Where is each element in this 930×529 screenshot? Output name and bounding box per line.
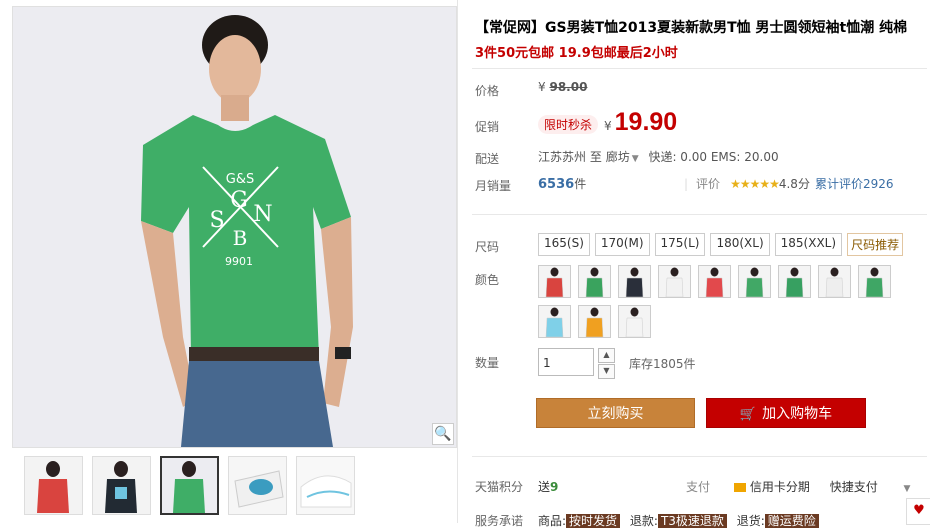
size-label: 尺码 [475,240,500,254]
quantity-label: 数量 [475,356,500,370]
chevron-down-icon: ▼ [631,154,639,164]
monthly-sales: 6536件 [538,177,587,192]
size-recommend-button[interactable]: 尺码推荐 [847,233,904,256]
size-option[interactable]: 170(M) [594,233,650,256]
svg-text:G: G [230,188,248,213]
add-to-cart-button[interactable]: 🛒 加入购物车 [706,398,866,428]
product-title: 【常促网】GS男装T恤2013夏装新款男T恤 男士圆领短袖t恤潮 纯棉 [475,20,908,36]
star-rating-icon: ★★★★★ [730,177,780,191]
quantity-decrease-icon[interactable]: ▼ [598,364,615,379]
total-reviews-link[interactable]: 累计评价2926 [815,177,894,191]
color-swatch[interactable] [778,265,811,298]
shipping-info: 江苏苏州 至 廊坊 ▼ 快递: 0.00 EMS: 20.00 [538,150,779,164]
color-swatch[interactable] [578,305,611,338]
size-option[interactable]: 165(S) [538,233,590,256]
service-label: 服务承诺 [475,514,524,528]
buy-now-button[interactable]: 立刻购买 [536,398,695,428]
favorite-heart-icon[interactable]: ♥ [906,498,930,525]
size-options: 165(S) 170(M) 175(L) 180(XL) 185(XXL) 尺码… [538,233,904,256]
size-option[interactable]: 175(L) [654,233,706,256]
divider [457,0,458,523]
color-swatch[interactable] [858,265,891,298]
promo-badge: 限时秒杀 [538,115,599,134]
color-swatch[interactable] [698,265,731,298]
thumbnail-strip [24,456,355,515]
color-swatch[interactable] [618,305,651,338]
price-label: 价格 [475,84,500,98]
size-option[interactable]: 185(XXL) [774,233,843,256]
points-value: 送9 [538,480,559,494]
stock-count: 库存1805件 [629,357,696,371]
credit-card-icon [733,483,746,492]
promo-price: ¥19.90 [604,108,678,136]
divider [472,214,927,215]
credit-installment-link[interactable]: 信用卡分期 [733,480,810,494]
chevron-down-icon[interactable]: ▼ [904,484,911,494]
svg-text:G&S: G&S [226,172,254,187]
color-swatch[interactable] [658,265,691,298]
cart-icon: 🛒 [739,407,757,422]
color-options [538,265,928,338]
thumbnail-5[interactable] [296,456,355,515]
color-label: 颜色 [475,273,500,287]
color-swatch[interactable] [578,265,611,298]
color-swatch[interactable] [538,265,571,298]
divider [472,68,927,69]
color-swatch[interactable] [818,265,851,298]
thumbnail-3[interactable] [160,456,219,515]
model-photo: G&S G S N B 9901 [13,7,456,447]
thumbnail-1[interactable] [24,456,83,515]
svg-text:9901: 9901 [225,255,253,268]
thumbnail-2[interactable] [92,456,151,515]
divider [472,456,927,457]
shipping-destination-select[interactable]: 廊坊 ▼ [606,150,645,164]
color-swatch[interactable] [738,265,771,298]
quantity-increase-icon[interactable]: ▲ [598,348,615,363]
review-summary: | 评价 ★★★★★4.8分 累计评价2926 [684,177,894,191]
quantity-input[interactable]: 1 [538,348,594,376]
main-product-image[interactable]: G&S G S N B 9901 🔍 [12,6,457,448]
fast-pay-link[interactable]: 快捷支付 [830,480,878,494]
product-subtitle: 3件50元包邮 19.9包邮最后2小时 [475,46,678,61]
color-swatch[interactable] [538,305,571,338]
points-label: 天猫积分 [475,480,524,494]
size-option[interactable]: 180(XL) [710,233,770,256]
svg-text:B: B [233,226,248,250]
sales-label: 月销量 [475,179,512,193]
thumbnail-4[interactable] [228,456,287,515]
original-price: ¥ 98.00 [538,80,588,94]
zoom-icon[interactable]: 🔍 [432,423,454,445]
shipping-label: 配送 [475,152,500,166]
service-promises: 商品: 按时发货 退款: T3极速退款 退货: 赠运费险 [538,512,825,529]
svg-text:N: N [253,202,272,227]
promo-label: 促销 [475,120,500,134]
color-swatch[interactable] [618,265,651,298]
payment-options: 支付 信用卡分期 快捷支付 ▼ [686,480,911,494]
svg-text:S: S [209,208,224,233]
